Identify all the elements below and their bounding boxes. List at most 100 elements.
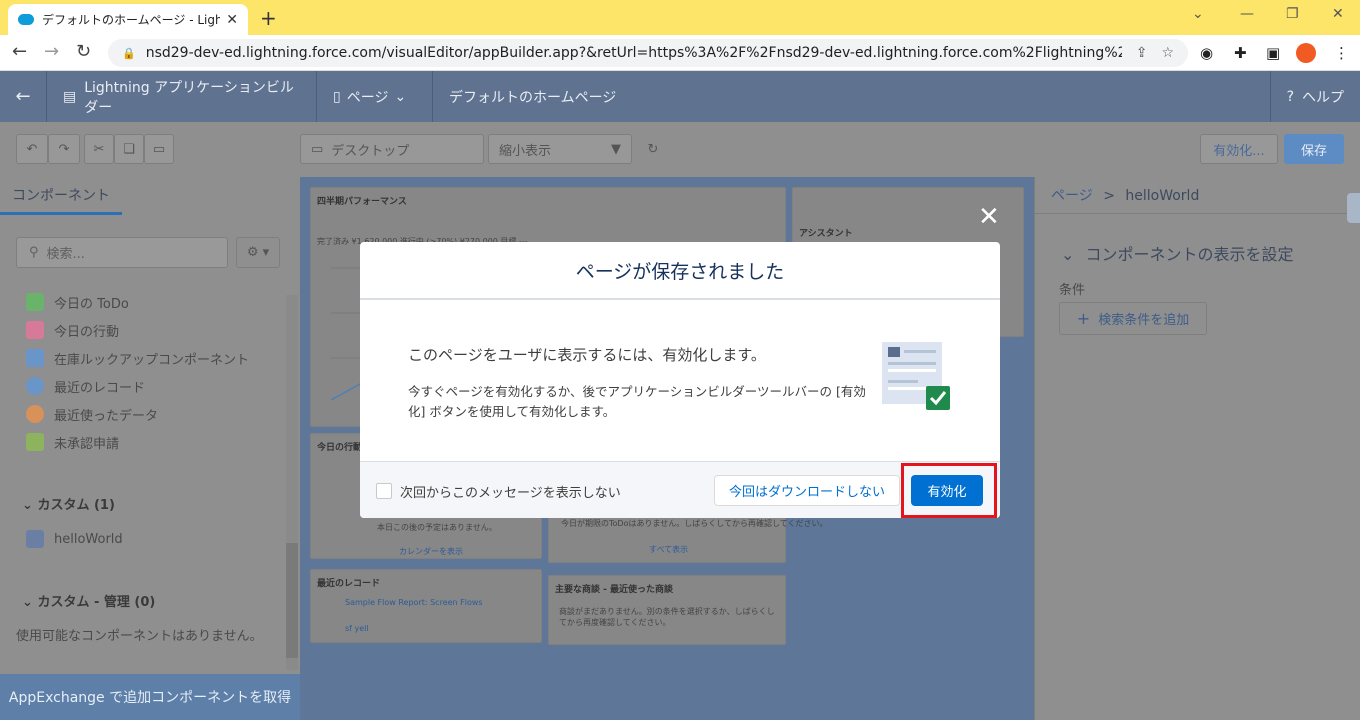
forward-icon[interactable]: → [44,41,59,62]
breadcrumb-separator: > [1103,188,1115,204]
modal-sub-text: 今すぐページを有効化するか、後でアプリケーションビルダーツールバーの [有効化]… [408,384,866,419]
restore-icon[interactable]: ❐ [1286,6,1299,22]
visibility-section-label: コンポーネントの表示を設定 [1085,245,1294,264]
modal-body: このページをユーザに表示するには、有効化します。 今すぐページを有効化するか、後… [360,300,1000,461]
gear-icon: ⚙ ▾ [246,245,270,260]
lock-icon: 🔒 [122,46,136,60]
view-all-link[interactable]: すべて表示 [649,544,688,555]
component-item[interactable]: 今日の ToDo [26,292,129,312]
device-label: デスクトップ [331,143,410,159]
record-link[interactable]: Sample Flow Report: Screen Flows [345,598,483,607]
scrollbar-thumb[interactable] [286,543,298,658]
dont-show-checkbox[interactable] [376,483,392,499]
dropdown-caret-icon: ▼ [611,141,621,157]
component-label: helloWorld [54,531,123,547]
appexchange-button[interactable]: AppExchange で追加コンポーネントを取得 [0,674,300,720]
browser-menu-icon[interactable]: ⋮ [1334,44,1349,62]
component-item[interactable]: 最近使ったデータ [26,404,158,424]
paste-icon[interactable]: ▭ [144,134,174,164]
component-item[interactable]: 在庫ルックアップコンポーネント [26,348,249,368]
dont-download-button[interactable]: 今回はダウンロードしない [714,475,900,506]
card-title: 四半期パフォーマンス [317,197,407,207]
managed-section-header[interactable]: ⌄ カスタム - 管理 (0) [22,591,155,610]
undo-icon[interactable]: ↶ [16,134,48,164]
extension-icon[interactable]: ◉ [1200,44,1213,62]
redo-icon[interactable]: ↷ [48,134,80,164]
profile-avatar[interactable] [1296,43,1316,63]
components-panel: コンポーネント ⚲ 検索... ⚙ ▾ 今日の ToDo 今日の行動 在庫ルック… [0,177,300,720]
address-bar[interactable]: 🔒 nsd29-dev-ed.lightning.force.com/visua… [108,39,1188,67]
share-icon[interactable]: ⇪ [1136,45,1148,61]
modal-title: ページが保存されました [360,242,1000,300]
properties-panel: ページ > helloWorld ⌄ コンポーネントの表示を設定 条件 + 検索… [1034,177,1360,720]
filters-label: 条件 [1059,283,1086,298]
card-title: 主要な商談 - 最近使った商談 [555,585,674,595]
new-tab-icon[interactable]: + [260,6,277,30]
chevron-down-icon: ⌄ [22,595,33,610]
component-item[interactable]: 未承認申請 [26,432,119,452]
add-filter-button[interactable]: + 検索条件を追加 [1059,302,1207,335]
zoom-select[interactable]: 縮小表示 ▼ [488,134,632,164]
modal-main-text: このページをユーザに表示するには、有効化します。 [408,346,766,364]
card-title: 最近のレコード [317,579,381,589]
tab-search-icon[interactable]: ⌄ [1192,6,1204,22]
url-text: nsd29-dev-ed.lightning.force.com/visualE… [145,45,1122,61]
reload-icon[interactable]: ↻ [76,41,91,62]
activated-page-icon [882,342,950,410]
back-arrow-icon[interactable]: ← [0,71,47,122]
minimize-icon[interactable]: — [1240,6,1254,22]
device-selector[interactable]: ▭ デスクトップ [300,134,484,164]
record-link[interactable]: sf yell [345,624,369,633]
modal-close-icon[interactable]: ✕ [978,204,1000,230]
address-toolbar: ← → ↻ 🔒 nsd29-dev-ed.lightning.force.com… [0,35,1360,71]
component-label: 今日の行動 [54,324,120,340]
tab-components[interactable]: コンポーネント [0,177,122,215]
component-label: 未承認申請 [54,436,120,452]
browser-tab-title: デフォルトのホームページ - Lightning [42,13,221,27]
dont-show-label[interactable]: 次回からこのメッセージを表示しない [400,482,621,501]
app-name-label: Lightning アプリケーションビルダー [84,79,294,116]
breadcrumb-current: helloWorld [1125,188,1200,204]
window-close-icon[interactable]: ✕ [1332,6,1344,22]
app-name: ▤ Lightning アプリケーションビルダー [47,71,317,122]
settings-gear-button[interactable]: ⚙ ▾ [236,237,280,268]
desktop-icon: ▭ [311,141,324,157]
component-label: 在庫ルックアップコンポーネント [54,352,250,368]
top-opportunities-card[interactable]: 主要な商談 - 最近使った商談 商談がまだありません。別の条件を選択するか、しば… [548,575,786,645]
puzzle-extensions-icon[interactable]: ✚ [1234,44,1247,62]
custom-section-header[interactable]: ⌄ カスタム (1) [22,494,115,513]
cube-icon [26,349,44,367]
panel-toggle-icon[interactable] [1347,193,1360,223]
activate-toolbar-button[interactable]: 有効化... [1200,134,1278,164]
component-label: 最近使ったデータ [54,408,159,424]
breadcrumb-page-link[interactable]: ページ [1051,188,1093,204]
component-item-helloworld[interactable]: helloWorld [26,529,123,549]
calendar-link[interactable]: カレンダーを表示 [399,546,463,557]
recent-records-card[interactable]: 最近のレコード Sample Flow Report: Screen Flows… [310,569,542,643]
side-panel-icon[interactable]: ▣ [1266,44,1280,62]
divider [1035,213,1360,214]
bookmark-star-icon[interactable]: ☆ [1161,45,1174,61]
managed-section-label: カスタム - 管理 (0) [37,595,156,610]
back-icon[interactable]: ← [12,41,27,62]
events-empty-text: 本日この後の予定はありません。 [377,523,497,532]
close-tab-icon[interactable]: ✕ [226,12,238,28]
save-button[interactable]: 保存 [1284,134,1344,164]
chevron-down-icon: ⌄ [394,88,407,105]
component-item[interactable]: 最近のレコード [26,376,145,396]
chevron-down-icon: ⌄ [22,498,33,513]
cut-icon[interactable]: ✂ [84,134,114,164]
page-menu-label: ページ [346,89,389,106]
search-placeholder: 検索... [46,247,85,262]
copy-icon[interactable]: ❏ [114,134,144,164]
help-button[interactable]: ? ヘルプ [1269,71,1360,122]
refresh-icon[interactable]: ↻ [640,134,666,164]
component-item[interactable]: 今日の行動 [26,320,119,340]
component-search-input[interactable]: ⚲ 検索... [16,237,228,268]
page-menu-button[interactable]: ▯ ページ ⌄ [317,71,433,122]
visibility-section-header[interactable]: ⌄ コンポーネントの表示を設定 [1061,241,1294,265]
browser-tab[interactable]: デフォルトのホームページ - Lightning ✕ [8,4,248,35]
managed-empty-text: 使用可能なコンポーネントはありません。 [16,629,263,644]
calendar-icon [26,321,44,339]
add-filter-label: 検索条件を追加 [1098,313,1190,328]
